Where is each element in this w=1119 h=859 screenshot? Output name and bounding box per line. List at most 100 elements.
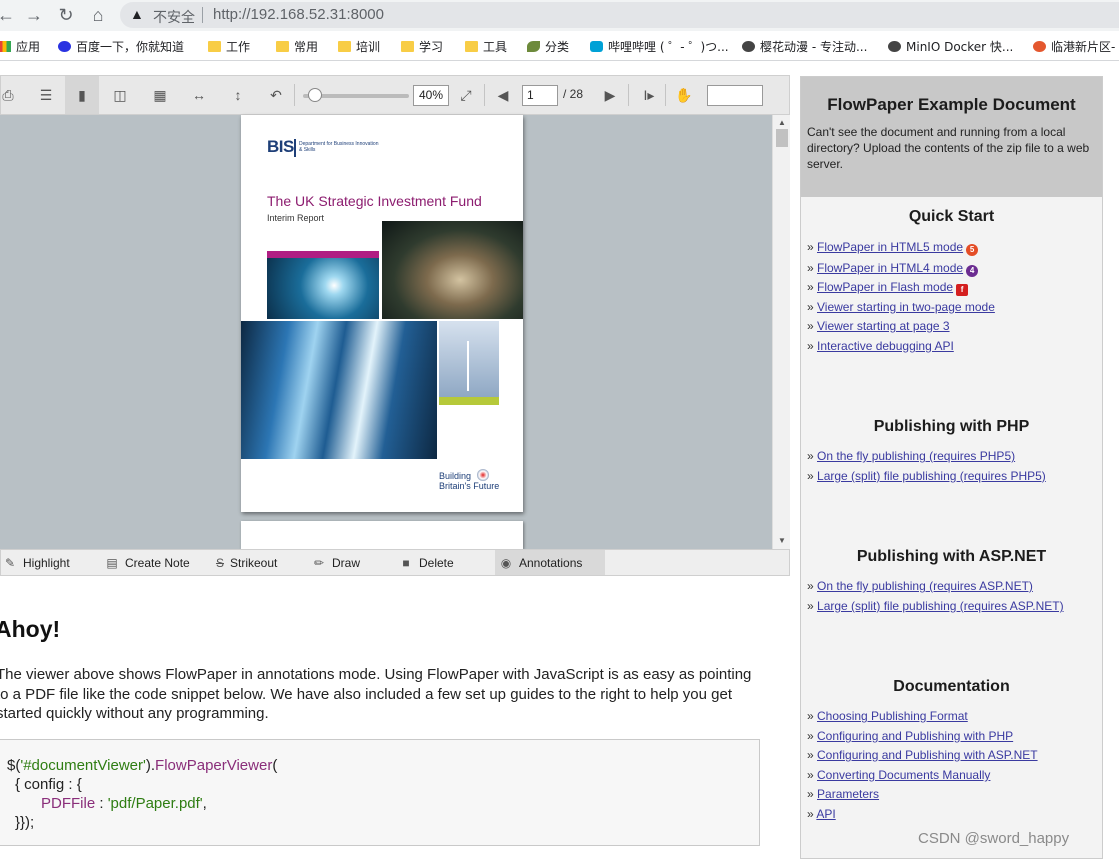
php-link[interactable]: » On the fly publishing (requires PHP5) bbox=[807, 449, 1015, 463]
url-text[interactable]: http://192.168.52.31:8000 bbox=[213, 6, 384, 23]
draw-button[interactable]: ✏ Draw bbox=[312, 556, 360, 570]
page-number-input[interactable]: 1 bbox=[522, 85, 558, 106]
bookmark-folder-study[interactable]: 学习 bbox=[401, 38, 443, 54]
bookmark-lingang[interactable]: 临港新片区- bbox=[1033, 38, 1115, 54]
link-html5-mode[interactable]: FlowPaper in HTML5 mode bbox=[817, 240, 963, 254]
scroll-down-arrow-icon[interactable]: ▼ bbox=[778, 536, 786, 545]
bookmark-baidu[interactable]: 百度一下，你就知道 bbox=[58, 38, 184, 54]
forward-arrow-icon[interactable]: → bbox=[22, 3, 46, 27]
strikeout-button[interactable]: S Strikeout bbox=[213, 556, 277, 570]
bookmark-folder-tools[interactable]: 工具 bbox=[465, 38, 507, 54]
hand-tool-icon[interactable]: ✋ bbox=[675, 86, 693, 104]
docs-link[interactable]: » Choosing Publishing Format bbox=[807, 709, 968, 723]
bookmark-label: 学习 bbox=[419, 40, 444, 54]
bookmark-label: 百度一下，你就知道 bbox=[76, 40, 185, 54]
warning-icon[interactable]: ▲ bbox=[130, 6, 146, 22]
pdf-page-2[interactable] bbox=[241, 521, 523, 549]
fullscreen-icon[interactable]: ⤢ bbox=[457, 86, 475, 104]
pdf-tagline: Building Britain's Future bbox=[439, 471, 499, 491]
quick-start-link[interactable]: » Viewer starting at page 3 bbox=[807, 319, 950, 333]
link-php-on-the-fly[interactable]: On the fly publishing (requires PHP5) bbox=[817, 449, 1015, 463]
quick-start-link[interactable]: » Viewer starting in two-page mode bbox=[807, 300, 995, 314]
link-parameters[interactable]: Parameters bbox=[817, 787, 879, 801]
lingang-icon bbox=[1033, 41, 1046, 52]
strikeout-label: Strikeout bbox=[230, 556, 278, 570]
trash-icon: ■ bbox=[402, 556, 410, 570]
reload-icon[interactable]: ↻ bbox=[54, 3, 78, 27]
union-jack-icon bbox=[477, 469, 489, 481]
article-heading: Ahoy! bbox=[0, 616, 61, 642]
highlight-button[interactable]: ✎ Highlight bbox=[3, 556, 70, 570]
bookmark-yinghua[interactable]: 樱花动漫 - 专注动... bbox=[742, 38, 867, 54]
two-page-icon[interactable]: ◫ bbox=[111, 86, 129, 104]
bookmark-folder-training[interactable]: 培训 bbox=[338, 38, 380, 54]
scrollbar-thumb[interactable] bbox=[776, 129, 788, 147]
link-html4-mode[interactable]: FlowPaper in HTML4 mode bbox=[817, 261, 963, 275]
quick-start-link[interactable]: » FlowPaper in Flash mode f bbox=[807, 280, 969, 296]
quick-start-title: Quick Start bbox=[908, 208, 995, 225]
next-page-icon[interactable]: ▶ bbox=[601, 86, 619, 104]
bookmark-minio[interactable]: MinIO Docker 快... bbox=[888, 38, 1013, 54]
single-page-icon[interactable]: ▮ bbox=[73, 86, 91, 104]
aspnet-link[interactable]: » On the fly publishing (requires ASP.NE… bbox=[807, 579, 1033, 593]
docs-title: Documentation bbox=[893, 678, 1010, 695]
docs-link[interactable]: » Configuring and Publishing with PHP bbox=[807, 729, 1013, 743]
docs-link[interactable]: » Converting Documents Manually bbox=[807, 768, 990, 782]
link-flash-mode[interactable]: FlowPaper in Flash mode bbox=[817, 280, 953, 294]
link-config-aspnet[interactable]: Configuring and Publishing with ASP.NET bbox=[817, 748, 1038, 762]
docs-link[interactable]: » Configuring and Publishing with ASP.NE… bbox=[807, 748, 1038, 762]
aspnet-link[interactable]: » Large (split) file publishing (require… bbox=[807, 599, 1064, 613]
list-icon[interactable]: ☰ bbox=[37, 86, 55, 104]
link-aspnet-split[interactable]: Large (split) file publishing (requires … bbox=[817, 599, 1064, 613]
fit-height-icon[interactable]: ↕ bbox=[229, 86, 247, 104]
text-select-icon[interactable]: I▸ bbox=[640, 86, 658, 104]
docs-link[interactable]: » Parameters bbox=[807, 787, 879, 801]
annotations-label: Annotations bbox=[519, 556, 583, 570]
bookmark-bilibili[interactable]: 哔哩哔哩 ( ゜- ゜)つ... bbox=[590, 38, 729, 54]
code-token: '#documentViewer' bbox=[20, 757, 146, 774]
link-aspnet-on-the-fly[interactable]: On the fly publishing (requires ASP.NET) bbox=[817, 579, 1033, 593]
php-link[interactable]: » Large (split) file publishing (require… bbox=[807, 469, 1046, 483]
bookmark-folder-work[interactable]: 工作 bbox=[208, 38, 250, 54]
security-label[interactable]: 不安全 bbox=[153, 7, 195, 27]
pdf-page[interactable]: BIS Department for Business Innovation &… bbox=[241, 115, 523, 512]
create-note-button[interactable]: ▤ Create Note bbox=[105, 556, 189, 570]
fit-width-icon[interactable]: ↔ bbox=[190, 86, 208, 104]
thumbnail-grid-icon[interactable]: ▦ bbox=[151, 86, 169, 104]
note-icon: ▤ bbox=[106, 556, 118, 570]
prev-page-icon[interactable]: ◀ bbox=[494, 86, 512, 104]
link-choosing-format[interactable]: Choosing Publishing Format bbox=[817, 709, 968, 723]
quick-start-link[interactable]: » FlowPaper in HTML4 mode 4 bbox=[807, 261, 979, 277]
bookmark-category[interactable]: 分类 bbox=[527, 38, 569, 54]
bookmark-folder-common[interactable]: 常用 bbox=[276, 38, 318, 54]
browser-toolbar: ← → ↻ ⌂ ▲ 不安全 http://192.168.52.31:8000 bbox=[0, 0, 1119, 31]
quick-start-link[interactable]: » Interactive debugging API bbox=[807, 339, 954, 353]
scroll-up-arrow-icon[interactable]: ▲ bbox=[778, 118, 786, 127]
link-two-page-mode[interactable]: Viewer starting in two-page mode bbox=[817, 300, 995, 314]
search-input[interactable] bbox=[707, 85, 763, 106]
annotations-button[interactable]: ◉ Annotations bbox=[499, 556, 583, 570]
viewer-scrollbar[interactable]: ▲ ▼ bbox=[772, 115, 790, 549]
link-converting-docs[interactable]: Converting Documents Manually bbox=[817, 768, 990, 782]
back-arrow-icon[interactable]: ← bbox=[0, 3, 18, 27]
rotate-icon[interactable]: ↶ bbox=[267, 86, 285, 104]
link-php-split[interactable]: Large (split) file publishing (requires … bbox=[817, 469, 1046, 483]
link-debugging-api[interactable]: Interactive debugging API bbox=[817, 339, 954, 353]
address-bar[interactable]: ▲ 不安全 http://192.168.52.31:8000 bbox=[120, 2, 1119, 28]
link-config-php[interactable]: Configuring and Publishing with PHP bbox=[817, 729, 1013, 743]
delete-button[interactable]: ■ Delete bbox=[399, 556, 453, 570]
aspnet-title: Publishing with ASP.NET bbox=[856, 548, 1047, 565]
folder-icon bbox=[465, 41, 478, 52]
docs-link[interactable]: » API bbox=[807, 807, 836, 821]
toolbar-divider bbox=[294, 84, 295, 106]
bilibili-icon bbox=[590, 41, 603, 52]
link-api[interactable]: API bbox=[816, 807, 835, 821]
home-icon[interactable]: ⌂ bbox=[86, 3, 110, 27]
zoom-input[interactable]: 40% bbox=[413, 85, 449, 106]
link-start-page-3[interactable]: Viewer starting at page 3 bbox=[817, 319, 950, 333]
zoom-slider-knob[interactable] bbox=[308, 88, 322, 102]
print-icon[interactable]: ⎙ bbox=[0, 86, 17, 104]
bookmark-apps[interactable]: 应用 bbox=[0, 38, 40, 54]
quick-start-link[interactable]: » FlowPaper in HTML5 mode 5 bbox=[807, 240, 979, 256]
code-line-3: PDFFile : 'pdf/Paper.pdf', bbox=[41, 794, 207, 813]
